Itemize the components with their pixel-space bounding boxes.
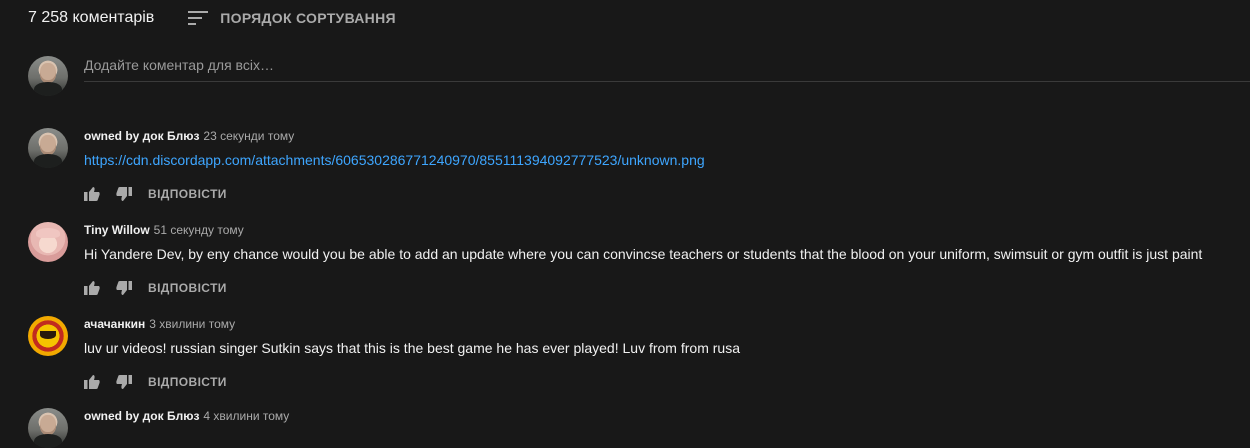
- thumb-down-icon[interactable]: [116, 374, 132, 390]
- comment-author[interactable]: ачачанкин: [84, 317, 145, 331]
- sort-label: ПОРЯДОК СОРТУВАННЯ: [220, 10, 396, 26]
- add-comment-input[interactable]: Додайте коментар для всіх…: [84, 56, 1250, 82]
- reply-button[interactable]: ВІДПОВІСТИ: [148, 281, 227, 295]
- thumb-down-icon[interactable]: [116, 186, 132, 202]
- comment-text-link[interactable]: https://cdn.discordapp.com/attachments/6…: [84, 150, 1250, 170]
- thumb-down-icon[interactable]: [116, 280, 132, 296]
- avatar[interactable]: [28, 316, 68, 356]
- avatar: [28, 56, 68, 96]
- comment-author[interactable]: Tiny Willow: [84, 223, 150, 237]
- reply-button[interactable]: ВІДПОВІСТИ: [148, 375, 227, 389]
- avatar[interactable]: [28, 408, 68, 448]
- add-comment-row: Додайте коментар для всіх…: [28, 56, 1250, 96]
- sort-lines-icon: [188, 11, 209, 25]
- comments-header: 7 258 коментарів ПОРЯДОК СОРТУВАННЯ: [28, 8, 396, 28]
- thumb-up-icon[interactable]: [84, 280, 100, 296]
- comment-text: luv ur videos! russian singer Sutkin say…: [84, 340, 740, 356]
- avatar[interactable]: [28, 222, 68, 262]
- comment-author[interactable]: owned by док Блюз: [84, 409, 199, 423]
- sort-button[interactable]: ПОРЯДОК СОРТУВАННЯ: [188, 10, 396, 26]
- comment-time[interactable]: 23 секунди тому: [203, 129, 294, 143]
- reply-button[interactable]: ВІДПОВІСТИ: [148, 187, 227, 201]
- comment-time[interactable]: 3 хвилини тому: [149, 317, 235, 331]
- thumb-up-icon[interactable]: [84, 374, 100, 390]
- comment-time[interactable]: 4 хвилини тому: [203, 409, 289, 423]
- comment-count: 7 258 коментарів: [28, 9, 155, 26]
- thumb-up-icon[interactable]: [84, 186, 100, 202]
- comment-time[interactable]: 51 секунду тому: [154, 223, 244, 237]
- comment-text: Hi Yandere Dev, by eny chance would you …: [84, 246, 1203, 262]
- avatar[interactable]: [28, 128, 68, 168]
- comment-author[interactable]: owned by док Блюз: [84, 129, 199, 143]
